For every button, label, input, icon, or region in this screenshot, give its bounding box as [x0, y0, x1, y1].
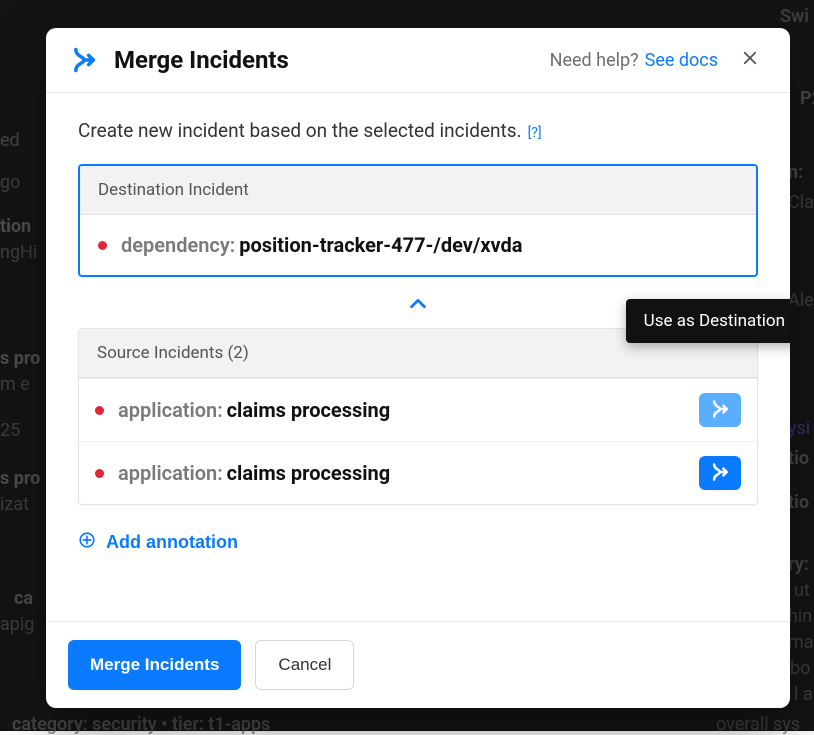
destination-incident-panel: Destination Incident dependency: positio…: [78, 164, 758, 277]
close-icon: [741, 47, 759, 73]
destination-value: position-tracker-477-/dev/xvda: [239, 233, 522, 257]
help-prompt: Need help?: [550, 50, 639, 71]
destination-incident-row[interactable]: dependency: position-tracker-477-/dev/xv…: [80, 215, 756, 275]
intro-text: Create new incident based on the selecte…: [78, 119, 522, 142]
use-as-destination-button[interactable]: [699, 456, 741, 490]
plus-circle-icon: [78, 531, 96, 554]
source-key-label: application:: [118, 461, 223, 485]
status-dot-icon: [98, 241, 107, 250]
intro-text-row: Create new incident based on the selecte…: [78, 119, 758, 142]
use-as-destination-button[interactable]: [699, 393, 741, 427]
merge-incidents-modal: Merge Incidents Need help? See docs Crea…: [46, 28, 790, 708]
source-value: claims processing: [227, 461, 391, 485]
add-annotation-label: Add annotation: [106, 532, 238, 553]
use-as-destination-tooltip: Use as Destination: [626, 299, 790, 343]
merge-icon: [70, 46, 98, 74]
status-dot-icon: [95, 469, 104, 478]
source-incident-row[interactable]: application: claims processing: [79, 378, 757, 441]
cancel-button[interactable]: Cancel: [255, 640, 354, 690]
destination-panel-header: Destination Incident: [80, 166, 756, 215]
add-annotation-button[interactable]: Add annotation: [78, 531, 238, 554]
help-hint-icon[interactable]: [?]: [528, 125, 542, 141]
merge-into-icon: [710, 462, 730, 485]
merge-into-icon: [710, 399, 730, 422]
status-dot-icon: [95, 406, 104, 415]
source-value: claims processing: [227, 398, 391, 422]
collapse-toggle-button[interactable]: [407, 293, 429, 318]
modal-body: Create new incident based on the selecte…: [46, 93, 790, 621]
source-incidents-panel: Use as Destination Source Incidents (2) …: [78, 328, 758, 505]
merge-incidents-button[interactable]: Merge Incidents: [68, 640, 241, 690]
see-docs-link[interactable]: See docs: [645, 50, 718, 71]
destination-key-label: dependency:: [121, 233, 235, 257]
modal-footer: Merge Incidents Cancel: [46, 621, 790, 708]
modal-title: Merge Incidents: [114, 46, 289, 74]
modal-header: Merge Incidents Need help? See docs: [46, 28, 790, 93]
source-incident-row[interactable]: application: claims processing: [79, 441, 757, 504]
close-button[interactable]: [736, 46, 764, 74]
source-key-label: application:: [118, 398, 223, 422]
chevron-up-icon: [407, 303, 429, 318]
